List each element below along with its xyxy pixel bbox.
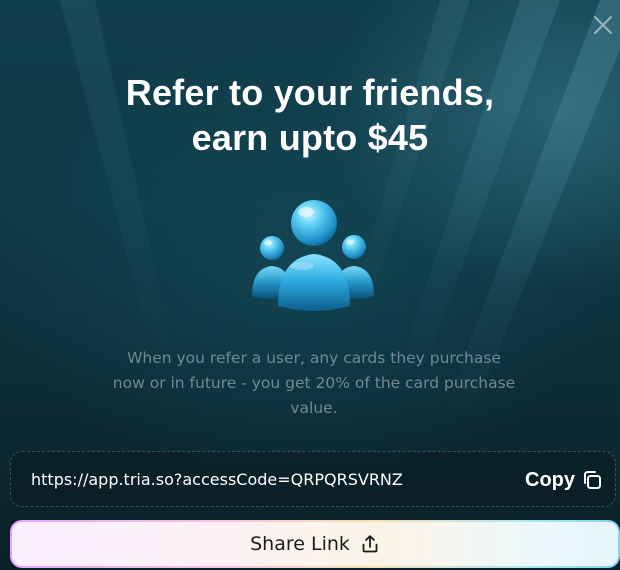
referral-description: When you refer a user, any cards they pu…	[112, 349, 516, 417]
users-group-icon	[252, 200, 374, 311]
referral-link-box: https://app.tria.so?accessCode=QRPQRSVRN…	[10, 451, 616, 507]
close-button[interactable]	[592, 14, 614, 36]
close-icon	[594, 16, 612, 34]
copy-icon	[584, 471, 601, 489]
share-link-label: Share Link	[250, 533, 350, 555]
referral-modal: Refer to your friends, earn upto $45 Whe…	[0, 0, 620, 570]
share-icon	[362, 535, 378, 553]
referral-link-url[interactable]: https://app.tria.so?accessCode=QRPQRSVRN…	[31, 470, 403, 490]
share-link-button[interactable]: Share Link	[10, 520, 620, 568]
copy-label: Copy	[525, 469, 575, 491]
title-line-2: earn upto $45	[191, 117, 429, 158]
copy-button[interactable]: Copy	[525, 466, 603, 494]
title-line-1: Refer to your friends,	[125, 72, 495, 113]
share-link-button-inner: Share Link	[12, 522, 618, 566]
modal-title: Refer to your friends, earn upto $45	[0, 70, 620, 160]
